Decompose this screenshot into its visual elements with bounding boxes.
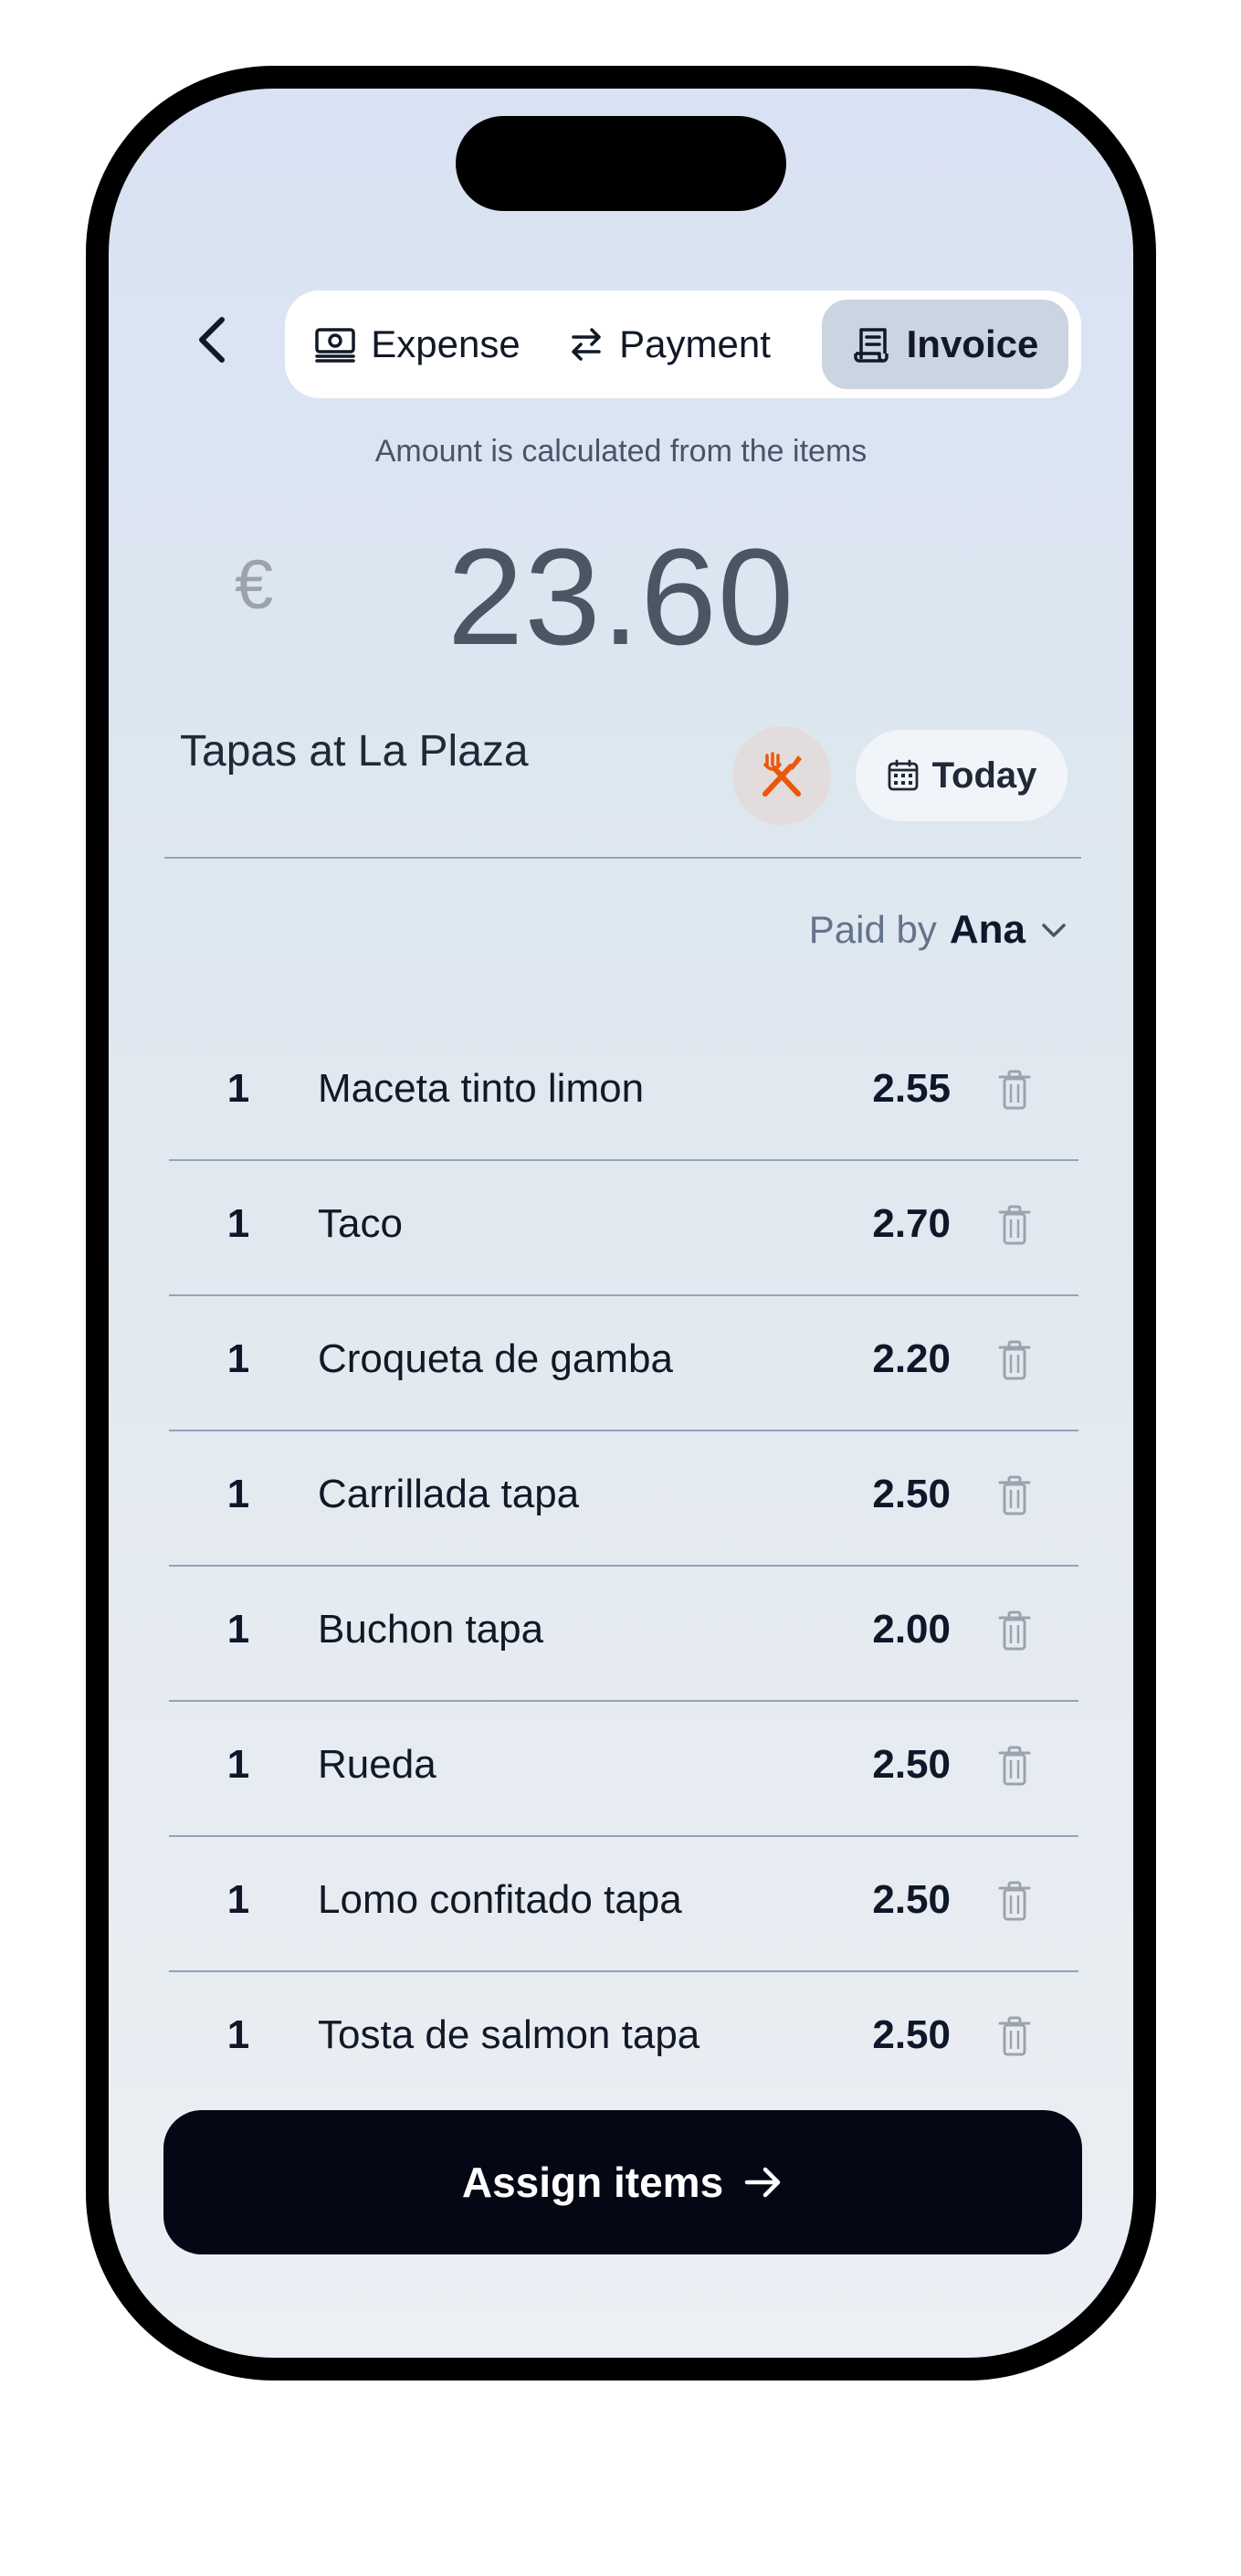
item-name[interactable]: Croqueta de gamba [318,1336,673,1382]
app-screen: Expense Payment Invoice Amount is calcul… [109,89,1133,2358]
arrow-right-icon [744,2167,781,2198]
item-qty[interactable]: 1 [220,1201,257,1247]
item-row: 1 Rueda 2.50 [169,1702,1078,1837]
transaction-type-tabs: Expense Payment Invoice [285,290,1081,398]
item-row: 1 Maceta tinto limon 2.55 [169,1026,1078,1161]
category-button[interactable] [732,726,831,825]
item-price[interactable]: 2.55 [872,1066,951,1112]
item-price[interactable]: 2.20 [872,1336,951,1382]
item-name[interactable]: Lomo confitado tapa [318,1877,682,1923]
trash-icon [998,1746,1031,1786]
trash-icon [998,1881,1031,1921]
delete-item-button[interactable] [993,1874,1036,1928]
currency-symbol: € [235,546,274,624]
item-row: 1 Lomo confitado tapa 2.50 [169,1837,1078,1972]
delete-item-button[interactable] [993,1468,1036,1523]
item-qty[interactable]: 1 [220,1472,257,1517]
item-row: 1 Buchon tapa 2.00 [169,1567,1078,1702]
invoice-items-list: 1 Maceta tinto limon 2.55 1 Taco 2.70 1 … [169,1026,1078,2159]
banknote-icon [315,328,356,363]
item-price[interactable]: 2.00 [872,1607,951,1652]
chevron-left-icon [199,317,225,363]
item-qty[interactable]: 1 [220,1066,257,1112]
back-button[interactable] [186,303,237,376]
delete-item-button[interactable] [993,1738,1036,1793]
delete-item-button[interactable] [993,1333,1036,1388]
item-qty[interactable]: 1 [220,1336,257,1382]
item-price[interactable]: 2.50 [872,1742,951,1788]
tab-invoice[interactable]: Invoice [822,300,1068,389]
item-qty[interactable]: 1 [220,1742,257,1788]
item-price[interactable]: 2.50 [872,1472,951,1517]
trash-icon [998,1340,1031,1380]
assign-items-label: Assign items [461,2159,724,2206]
date-button[interactable]: Today [856,730,1067,821]
chevron-down-icon [1042,924,1066,937]
item-price[interactable]: 2.70 [872,1201,951,1247]
item-name[interactable]: Carrillada tapa [318,1472,579,1517]
trash-icon [998,1475,1031,1515]
tab-payment[interactable]: Payment [550,300,789,389]
paid-by-selector[interactable]: Paid by Ana [809,907,1069,953]
item-name[interactable]: Taco [318,1201,403,1247]
item-name[interactable]: Rueda [318,1742,436,1788]
tab-payment-label: Payment [619,322,771,365]
item-price[interactable]: 2.50 [872,2012,951,2058]
item-price[interactable]: 2.50 [872,1877,951,1923]
trash-icon [998,1070,1031,1110]
trash-icon [998,1610,1031,1651]
item-name[interactable]: Maceta tinto limon [318,1066,644,1112]
total-amount: 23.60 [447,520,795,673]
item-qty[interactable]: 1 [220,1877,257,1923]
swap-arrows-icon [572,328,601,361]
date-label: Today [931,755,1037,796]
assign-items-button[interactable]: Assign items [163,2110,1082,2254]
trash-icon [998,2016,1031,2056]
fork-knife-icon [762,752,802,797]
item-name[interactable]: Buchon tapa [318,1607,543,1652]
expense-title-input[interactable]: Tapas at La Plaza [180,726,529,776]
item-qty[interactable]: 1 [220,1607,257,1652]
item-row: 1 Taco 2.70 [169,1161,1078,1296]
list-fade [109,2062,1133,2117]
tab-invoice-label: Invoice [906,322,1039,365]
delete-item-button[interactable] [993,2009,1036,2064]
delete-item-button[interactable] [993,1198,1036,1252]
delete-item-button[interactable] [993,1603,1036,1658]
item-qty[interactable]: 1 [220,2012,257,2058]
trash-icon [998,1205,1031,1245]
receipt-icon [853,328,889,363]
calendar-icon [888,759,918,791]
tab-expense[interactable]: Expense [298,300,537,389]
item-row: 1 Carrillada tapa 2.50 [169,1431,1078,1567]
dynamic-island [456,116,786,211]
paid-by-name: Ana [949,907,1025,952]
item-row: 1 Croqueta de gamba 2.20 [169,1296,1078,1431]
title-divider [164,857,1081,859]
item-name[interactable]: Tosta de salmon tapa [318,2012,699,2058]
tab-expense-label: Expense [371,322,521,365]
amount-hint: Amount is calculated from the items [374,434,868,469]
delete-item-button[interactable] [993,1062,1036,1117]
paid-by-label: Paid by [808,908,937,951]
